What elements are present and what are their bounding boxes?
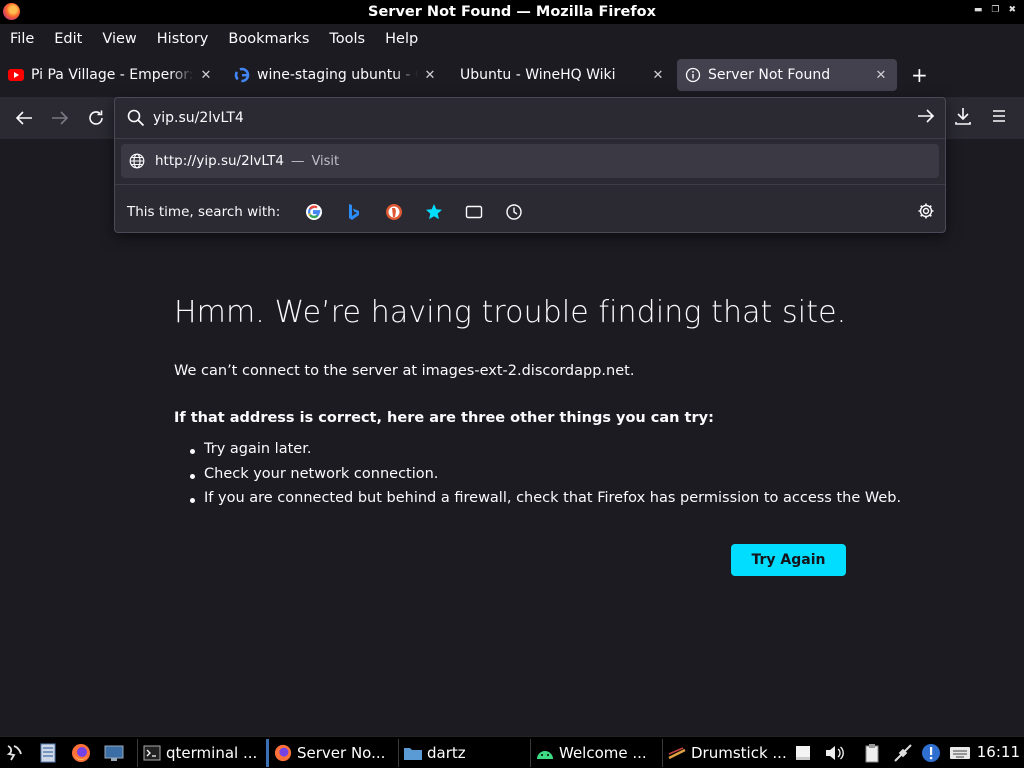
menu-view[interactable]: View: [102, 31, 136, 47]
divider: [115, 184, 945, 185]
tab-winehq-wiki[interactable]: Ubuntu - WineHQ Wiki ✕: [460, 59, 666, 91]
task-label: Welcome ...: [559, 744, 647, 762]
google-icon[interactable]: [294, 198, 334, 226]
error-title: Hmm. We’re having trouble finding that s…: [174, 295, 847, 330]
arrow-left-icon: [15, 111, 32, 125]
error-description: We can’t connect to the server at images…: [174, 363, 635, 379]
arrow-right-icon: [52, 111, 69, 125]
bookmarks-star-icon[interactable]: [414, 198, 454, 226]
tab-pi-pa-village[interactable]: Pi Pa Village - Emperor: R ✕: [8, 59, 214, 91]
close-tab-icon[interactable]: ✕: [873, 68, 889, 83]
keyboard-icon[interactable]: [949, 742, 971, 764]
search-with-label: This time, search with:: [127, 204, 281, 220]
volume-icon[interactable]: [824, 742, 846, 764]
suggestions-list: Try again later. Check your network conn…: [190, 441, 901, 515]
suggestion-action: Visit: [311, 153, 340, 169]
hamburger-icon: [993, 110, 1005, 122]
task-label: qterminal ...: [166, 744, 258, 762]
app-menu-button[interactable]: [990, 107, 1008, 129]
try-again-button[interactable]: Try Again: [731, 544, 846, 576]
drumstick-icon: [667, 743, 687, 763]
menu-bookmarks[interactable]: Bookmarks: [228, 31, 309, 47]
network-icon[interactable]: [892, 742, 914, 764]
back-button[interactable]: [13, 107, 35, 129]
list-item: If you are connected but behind a firewa…: [190, 490, 901, 515]
list-item: Try again later.: [190, 441, 901, 466]
search-icon: [127, 109, 145, 131]
notes-icon[interactable]: [792, 742, 814, 764]
android-icon: [535, 743, 555, 763]
start-menu-icon[interactable]: [4, 742, 26, 764]
go-arrow-icon[interactable]: [917, 108, 935, 128]
new-tab-button[interactable]: +: [911, 63, 928, 87]
search-settings-gear-icon[interactable]: [917, 202, 935, 224]
window-title: Server Not Found — Mozilla Firefox: [368, 4, 656, 20]
restore-icon[interactable]: ❐: [991, 5, 999, 15]
taskbar-task-firefox[interactable]: Server No...: [266, 739, 392, 767]
divider: [115, 138, 945, 139]
reload-button[interactable]: [85, 107, 107, 129]
close-window-icon[interactable]: ✖: [1008, 5, 1016, 15]
history-icon[interactable]: [494, 198, 534, 226]
urlbar: [115, 98, 945, 138]
clipboard-icon[interactable]: [861, 742, 883, 764]
reload-icon: [89, 110, 103, 125]
downloads-button[interactable]: [954, 107, 972, 129]
globe-icon: [129, 153, 145, 169]
terminal-icon: [142, 743, 162, 763]
taskbar-task-drumstick[interactable]: Drumstick ...: [662, 739, 786, 767]
menu-help[interactable]: Help: [385, 31, 418, 47]
menu-edit[interactable]: Edit: [54, 31, 82, 47]
task-label: Server No...: [297, 744, 386, 762]
tabs-icon[interactable]: [454, 198, 494, 226]
close-tab-icon[interactable]: ✕: [198, 68, 214, 83]
google-icon: [234, 67, 250, 83]
search-engines-row: This time, search with:: [115, 194, 945, 230]
taskbar-task-qterminal[interactable]: qterminal ...: [137, 739, 263, 767]
file-manager-icon[interactable]: [37, 742, 59, 764]
taskbar-task-dartz[interactable]: dartz: [398, 739, 524, 767]
window-titlebar: Server Not Found — Mozilla Firefox ▬ ❐ ✖: [0, 0, 1024, 24]
firefox-icon: [273, 743, 293, 763]
close-tab-icon[interactable]: ✕: [422, 68, 438, 83]
taskbar-task-welcome[interactable]: Welcome ...: [530, 739, 656, 767]
tab-wine-staging[interactable]: wine-staging ubuntu - Go ✕: [234, 59, 438, 91]
bing-icon[interactable]: [334, 198, 374, 226]
tab-label: Pi Pa Village - Emperor: R: [31, 67, 194, 83]
menu-tools[interactable]: Tools: [329, 31, 365, 47]
close-tab-icon[interactable]: ✕: [650, 68, 666, 83]
suggestion-url: http://yip.su/2lvLT4: [155, 153, 284, 169]
youtube-icon: [8, 67, 24, 83]
update-notification-icon[interactable]: [920, 742, 942, 764]
desktop-icon[interactable]: [103, 742, 125, 764]
menu-history[interactable]: History: [157, 31, 209, 47]
url-suggestion-row[interactable]: http://yip.su/2lvLT4 — Visit: [121, 144, 939, 178]
task-label: Drumstick ...: [691, 744, 786, 762]
urlbar-dropdown: http://yip.su/2lvLT4 — Visit This time, …: [114, 97, 946, 233]
taskbar: qterminal ... Server No... dartz Welcome…: [0, 736, 1024, 768]
info-icon: [685, 67, 701, 83]
clock: 16:11: [976, 743, 1020, 761]
tab-label: Server Not Found: [708, 67, 831, 83]
tab-label: Ubuntu - WineHQ Wiki: [460, 67, 616, 83]
firefox-launcher-icon[interactable]: [70, 742, 92, 764]
menubar: File Edit View History Bookmarks Tools H…: [0, 24, 1024, 54]
list-item: Check your network connection.: [190, 466, 901, 491]
minimize-icon[interactable]: ▬: [974, 5, 983, 15]
tab-server-not-found[interactable]: Server Not Found ✕: [677, 59, 897, 91]
download-icon: [955, 108, 971, 125]
forward-button[interactable]: [49, 107, 71, 129]
folder-icon: [403, 743, 423, 763]
tab-bar: Pi Pa Village - Emperor: R ✕ wine-stagin…: [0, 54, 1024, 97]
suggestions-heading: If that address is correct, here are thr…: [174, 410, 714, 426]
url-input[interactable]: [153, 107, 893, 129]
suggestion-separator: —: [290, 153, 305, 169]
tab-label: wine-staging ubuntu - Go: [257, 67, 418, 83]
duckduckgo-icon[interactable]: [374, 198, 414, 226]
task-label: dartz: [427, 744, 466, 762]
menu-file[interactable]: File: [10, 31, 34, 47]
